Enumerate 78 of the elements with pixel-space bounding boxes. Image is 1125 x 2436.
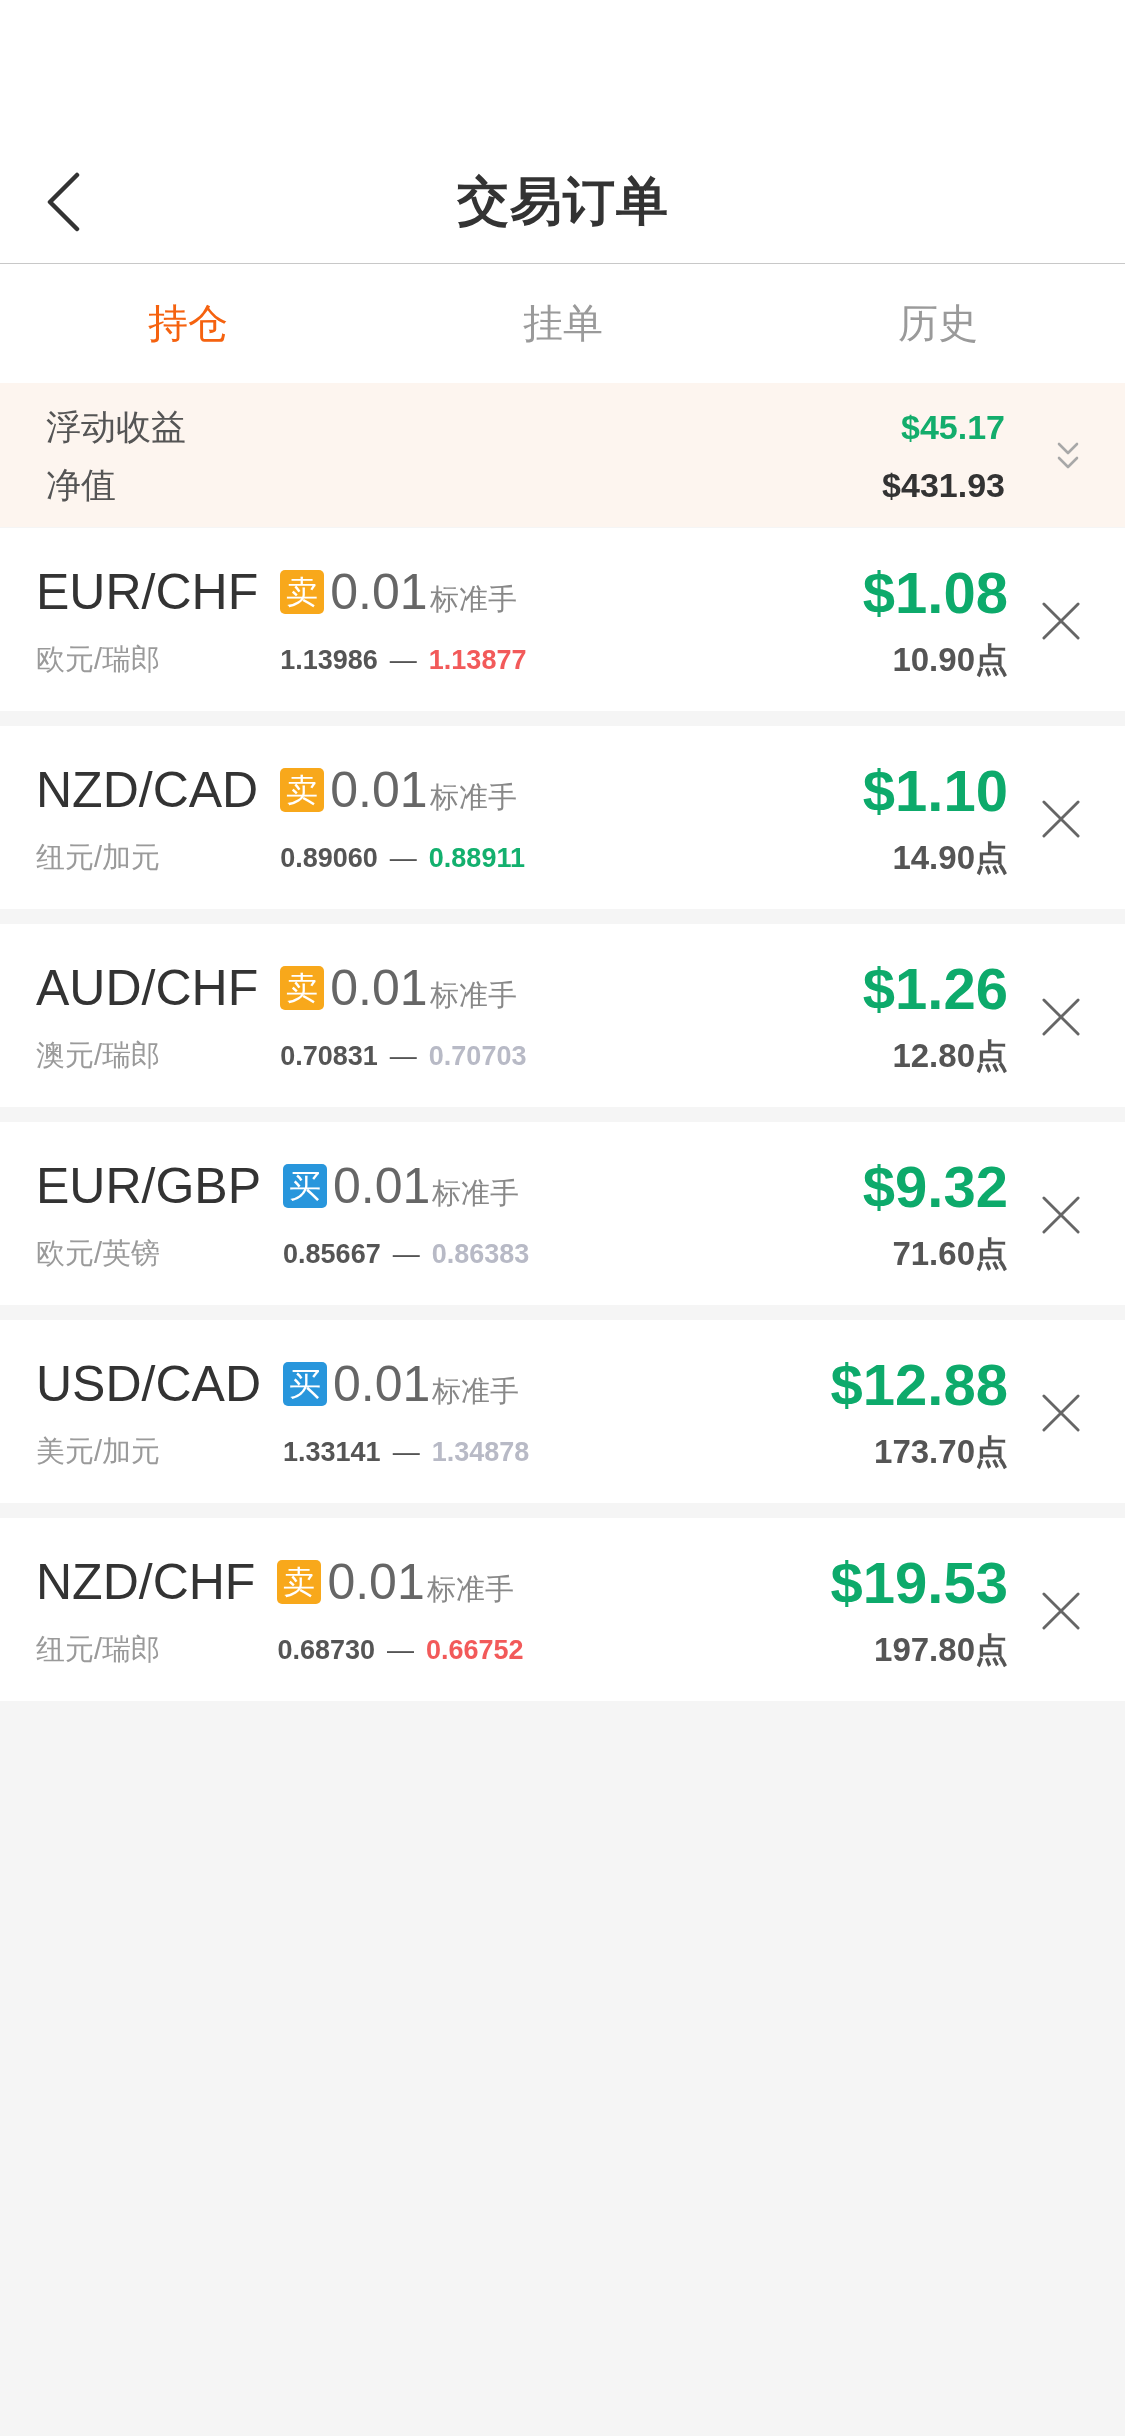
points-value: 14.90点 xyxy=(892,837,1008,878)
profit-amount: $9.32 xyxy=(862,1152,1008,1220)
equity-label: 净值 xyxy=(46,464,117,506)
back-icon[interactable] xyxy=(46,171,80,232)
pair-name: 欧元/瑞郎 xyxy=(36,642,161,677)
lot-size: 0.01 xyxy=(330,563,428,621)
close-icon[interactable] xyxy=(1042,1393,1080,1432)
currency-pair: NZD/CHF xyxy=(36,1553,256,1611)
open-price: 0.85667 xyxy=(283,1238,381,1270)
lot-unit: 标准手 xyxy=(429,780,517,815)
price-separator: — xyxy=(392,1238,420,1270)
position-card[interactable]: EUR/CHF 欧元/瑞郎 卖 0.01标准手 1.13986 — 1.13877 $1.08 10.90点 xyxy=(0,528,1125,711)
currency-pair: NZD/CAD xyxy=(36,761,259,819)
side-badge: 卖 xyxy=(277,1560,322,1604)
current-price: 0.86383 xyxy=(431,1238,530,1270)
points-value: 12.80点 xyxy=(892,1035,1008,1076)
points-value: 197.80点 xyxy=(874,1629,1008,1670)
profit-amount: $1.08 xyxy=(862,558,1008,626)
lot-unit: 标准手 xyxy=(429,978,517,1013)
price-separator: — xyxy=(389,842,417,874)
floating-pnl-label: 浮动收益 xyxy=(46,406,186,448)
page-title: 交易订单 xyxy=(456,170,669,232)
open-price: 1.13986 xyxy=(280,644,378,676)
pair-name: 美元/加元 xyxy=(36,1434,161,1469)
current-price: 0.88911 xyxy=(428,842,525,874)
position-card[interactable]: EUR/GBP 欧元/英镑 买 0.01标准手 0.85667 — 0.86383 $9.32 71.60点 xyxy=(0,1122,1125,1305)
open-price: 0.68730 xyxy=(277,1634,376,1666)
current-price: 1.13877 xyxy=(428,644,527,676)
points-value: 71.60点 xyxy=(892,1233,1008,1274)
lot-size: 0.01 xyxy=(330,761,428,819)
open-price: 1.33141 xyxy=(283,1436,381,1468)
currency-pair: USD/CAD xyxy=(36,1355,262,1413)
profit-amount: $1.10 xyxy=(862,756,1008,824)
price-separator: — xyxy=(389,644,417,676)
price-separator: — xyxy=(392,1436,420,1468)
current-price: 0.66752 xyxy=(426,1634,524,1666)
profit-amount: $19.53 xyxy=(830,1548,1008,1616)
points-value: 10.90点 xyxy=(892,639,1008,680)
lot-unit: 标准手 xyxy=(426,1572,514,1607)
lot-size: 0.01 xyxy=(333,1355,431,1413)
current-price: 0.70703 xyxy=(428,1040,527,1072)
position-card[interactable]: NZD/CAD 纽元/加元 卖 0.01标准手 0.89060 — 0.88911 $1.10 14.90点 xyxy=(0,726,1125,909)
profit-amount: $1.26 xyxy=(862,954,1008,1022)
currency-pair: EUR/CHF xyxy=(36,563,259,621)
floating-pnl-value: $45.17 xyxy=(901,407,1005,448)
lot-size: 0.01 xyxy=(327,1553,425,1611)
lot-unit: 标准手 xyxy=(432,1374,520,1409)
lot-unit: 标准手 xyxy=(429,582,517,617)
side-badge: 买 xyxy=(283,1362,328,1406)
profit-amount: $12.88 xyxy=(830,1350,1008,1418)
price-separator: — xyxy=(389,1040,417,1072)
side-badge: 卖 xyxy=(280,966,325,1010)
currency-pair: AUD/CHF xyxy=(36,959,259,1017)
points-value: 173.70点 xyxy=(874,1431,1008,1472)
open-price: 0.70831 xyxy=(280,1040,378,1072)
lot-size: 0.01 xyxy=(333,1157,431,1215)
pair-name: 纽元/加元 xyxy=(36,840,161,875)
lot-unit: 标准手 xyxy=(432,1176,520,1211)
pair-name: 纽元/瑞郎 xyxy=(36,1632,161,1667)
position-card[interactable]: AUD/CHF 澳元/瑞郎 卖 0.01标准手 0.70831 — 0.70703 $1.26 12.80点 xyxy=(0,924,1125,1107)
currency-pair: EUR/GBP xyxy=(36,1157,262,1215)
close-icon[interactable] xyxy=(1042,997,1080,1036)
close-icon[interactable] xyxy=(1042,1591,1080,1630)
pair-name: 澳元/瑞郎 xyxy=(36,1038,161,1073)
current-price: 1.34878 xyxy=(431,1436,530,1468)
equity-value: $431.93 xyxy=(882,465,1005,506)
close-icon[interactable] xyxy=(1042,601,1080,640)
close-icon[interactable] xyxy=(1042,799,1080,838)
pair-name: 欧元/英镑 xyxy=(36,1236,161,1271)
side-badge: 卖 xyxy=(280,768,325,812)
price-separator: — xyxy=(387,1634,415,1666)
side-badge: 买 xyxy=(283,1164,328,1208)
lot-size: 0.01 xyxy=(330,959,428,1017)
side-badge: 卖 xyxy=(280,570,325,614)
close-icon[interactable] xyxy=(1042,1195,1080,1234)
position-card[interactable]: NZD/CHF 纽元/瑞郎 卖 0.01标准手 0.68730 — 0.66752 $19.53 197.80点 xyxy=(0,1518,1125,1701)
open-price: 0.89060 xyxy=(280,842,378,874)
position-card[interactable]: USD/CAD 美元/加元 买 0.01标准手 1.33141 — 1.34878 $12.88 173.70点 xyxy=(0,1320,1125,1503)
